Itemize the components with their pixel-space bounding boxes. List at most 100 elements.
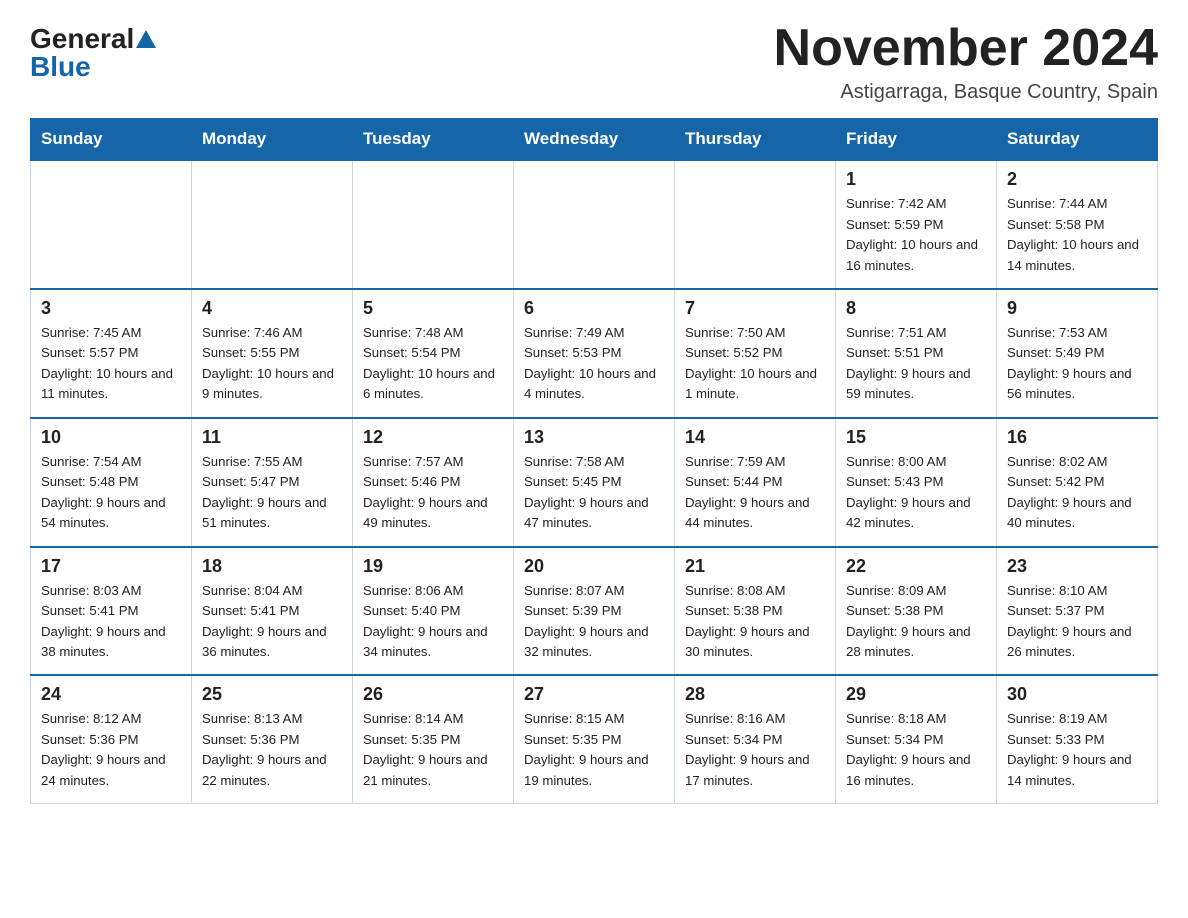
day-info: Sunrise: 7:50 AMSunset: 5:52 PMDaylight:… bbox=[685, 323, 825, 405]
day-info: Sunrise: 8:09 AMSunset: 5:38 PMDaylight:… bbox=[846, 581, 986, 663]
calendar-day-18: 18 Sunrise: 8:04 AMSunset: 5:41 PMDayligh… bbox=[192, 547, 353, 676]
day-info: Sunrise: 8:02 AMSunset: 5:42 PMDaylight:… bbox=[1007, 452, 1147, 534]
calendar-day-16: 16 Sunrise: 8:02 AMSunset: 5:42 PMDayligh… bbox=[997, 418, 1158, 547]
calendar-empty-cell bbox=[353, 160, 514, 289]
day-number: 2 bbox=[1007, 169, 1147, 190]
day-number: 22 bbox=[846, 556, 986, 577]
calendar-week-row: 24 Sunrise: 8:12 AMSunset: 5:36 PMDayligh… bbox=[31, 675, 1158, 803]
weekday-header-thursday: Thursday bbox=[675, 119, 836, 161]
day-number: 10 bbox=[41, 427, 181, 448]
calendar-day-28: 28 Sunrise: 8:16 AMSunset: 5:34 PMDayligh… bbox=[675, 675, 836, 803]
day-number: 14 bbox=[685, 427, 825, 448]
day-info: Sunrise: 8:10 AMSunset: 5:37 PMDaylight:… bbox=[1007, 581, 1147, 663]
calendar-day-4: 4 Sunrise: 7:46 AMSunset: 5:55 PMDaylight… bbox=[192, 289, 353, 418]
calendar-header-row: SundayMondayTuesdayWednesdayThursdayFrid… bbox=[31, 119, 1158, 161]
day-info: Sunrise: 7:51 AMSunset: 5:51 PMDaylight:… bbox=[846, 323, 986, 405]
day-info: Sunrise: 8:12 AMSunset: 5:36 PMDaylight:… bbox=[41, 709, 181, 791]
day-number: 21 bbox=[685, 556, 825, 577]
calendar-day-14: 14 Sunrise: 7:59 AMSunset: 5:44 PMDayligh… bbox=[675, 418, 836, 547]
calendar-day-5: 5Sunrise: 7:48 AMSunset: 5:54 PMDaylight… bbox=[353, 289, 514, 418]
calendar-day-9: 9 Sunrise: 7:53 AMSunset: 5:49 PMDaylight… bbox=[997, 289, 1158, 418]
calendar-day-24: 24 Sunrise: 8:12 AMSunset: 5:36 PMDayligh… bbox=[31, 675, 192, 803]
day-info: Sunrise: 8:00 AMSunset: 5:43 PMDaylight:… bbox=[846, 452, 986, 534]
day-info: Sunrise: 7:55 AMSunset: 5:47 PMDaylight:… bbox=[202, 452, 342, 534]
day-info: Sunrise: 8:03 AMSunset: 5:41 PMDaylight:… bbox=[41, 581, 181, 663]
day-number: 15 bbox=[846, 427, 986, 448]
day-number: 8 bbox=[846, 298, 986, 319]
calendar-day-1: 1 Sunrise: 7:42 AMSunset: 5:59 PMDaylight… bbox=[836, 160, 997, 289]
calendar-day-19: 19 Sunrise: 8:06 AMSunset: 5:40 PMDayligh… bbox=[353, 547, 514, 676]
calendar-day-29: 29Sunrise: 8:18 AMSunset: 5:34 PMDayligh… bbox=[836, 675, 997, 803]
day-number: 1 bbox=[846, 169, 986, 190]
calendar-day-13: 13 Sunrise: 7:58 AMSunset: 5:45 PMDayligh… bbox=[514, 418, 675, 547]
day-number: 7 bbox=[685, 298, 825, 319]
day-info: Sunrise: 7:59 AMSunset: 5:44 PMDaylight:… bbox=[685, 452, 825, 534]
day-number: 20 bbox=[524, 556, 664, 577]
calendar-empty-cell bbox=[192, 160, 353, 289]
day-info: Sunrise: 7:53 AMSunset: 5:49 PMDaylight:… bbox=[1007, 323, 1147, 405]
calendar-empty-cell bbox=[675, 160, 836, 289]
weekday-header-sunday: Sunday bbox=[31, 119, 192, 161]
calendar-day-25: 25Sunrise: 8:13 AMSunset: 5:36 PMDayligh… bbox=[192, 675, 353, 803]
calendar-day-22: 22 Sunrise: 8:09 AMSunset: 5:38 PMDayligh… bbox=[836, 547, 997, 676]
calendar-day-8: 8 Sunrise: 7:51 AMSunset: 5:51 PMDaylight… bbox=[836, 289, 997, 418]
day-number: 11 bbox=[202, 427, 342, 448]
calendar: SundayMondayTuesdayWednesdayThursdayFrid… bbox=[30, 118, 1158, 804]
calendar-day-27: 27Sunrise: 8:15 AMSunset: 5:35 PMDayligh… bbox=[514, 675, 675, 803]
calendar-week-row: 17Sunrise: 8:03 AMSunset: 5:41 PMDayligh… bbox=[31, 547, 1158, 676]
day-number: 26 bbox=[363, 684, 503, 705]
day-info: Sunrise: 8:19 AMSunset: 5:33 PMDaylight:… bbox=[1007, 709, 1147, 791]
day-number: 13 bbox=[524, 427, 664, 448]
calendar-day-6: 6 Sunrise: 7:49 AMSunset: 5:53 PMDaylight… bbox=[514, 289, 675, 418]
calendar-empty-cell bbox=[31, 160, 192, 289]
weekday-header-monday: Monday bbox=[192, 119, 353, 161]
calendar-day-7: 7 Sunrise: 7:50 AMSunset: 5:52 PMDaylight… bbox=[675, 289, 836, 418]
logo: General Blue bbox=[30, 20, 156, 81]
calendar-day-26: 26 Sunrise: 8:14 AMSunset: 5:35 PMDayligh… bbox=[353, 675, 514, 803]
day-info: Sunrise: 7:46 AMSunset: 5:55 PMDaylight:… bbox=[202, 323, 342, 405]
day-number: 4 bbox=[202, 298, 342, 319]
day-info: Sunrise: 8:14 AMSunset: 5:35 PMDaylight:… bbox=[363, 709, 503, 791]
day-number: 23 bbox=[1007, 556, 1147, 577]
day-info: Sunrise: 7:48 AMSunset: 5:54 PMDaylight:… bbox=[363, 323, 503, 405]
calendar-day-3: 3Sunrise: 7:45 AMSunset: 5:57 PMDaylight… bbox=[31, 289, 192, 418]
calendar-day-10: 10Sunrise: 7:54 AMSunset: 5:48 PMDayligh… bbox=[31, 418, 192, 547]
day-number: 6 bbox=[524, 298, 664, 319]
day-info: Sunrise: 7:45 AMSunset: 5:57 PMDaylight:… bbox=[41, 323, 181, 405]
day-info: Sunrise: 8:08 AMSunset: 5:38 PMDaylight:… bbox=[685, 581, 825, 663]
weekday-header-saturday: Saturday bbox=[997, 119, 1158, 161]
day-number: 24 bbox=[41, 684, 181, 705]
day-info: Sunrise: 8:15 AMSunset: 5:35 PMDaylight:… bbox=[524, 709, 664, 791]
logo-blue: Blue bbox=[30, 53, 91, 81]
day-number: 28 bbox=[685, 684, 825, 705]
calendar-empty-cell bbox=[514, 160, 675, 289]
calendar-day-17: 17Sunrise: 8:03 AMSunset: 5:41 PMDayligh… bbox=[31, 547, 192, 676]
location: Astigarraga, Basque Country, Spain bbox=[774, 81, 1158, 104]
day-number: 18 bbox=[202, 556, 342, 577]
day-number: 9 bbox=[1007, 298, 1147, 319]
calendar-day-30: 30 Sunrise: 8:19 AMSunset: 5:33 PMDayligh… bbox=[997, 675, 1158, 803]
day-number: 12 bbox=[363, 427, 503, 448]
day-info: Sunrise: 7:57 AMSunset: 5:46 PMDaylight:… bbox=[363, 452, 503, 534]
weekday-header-friday: Friday bbox=[836, 119, 997, 161]
day-info: Sunrise: 8:07 AMSunset: 5:39 PMDaylight:… bbox=[524, 581, 664, 663]
calendar-day-12: 12 Sunrise: 7:57 AMSunset: 5:46 PMDayligh… bbox=[353, 418, 514, 547]
day-info: Sunrise: 7:58 AMSunset: 5:45 PMDaylight:… bbox=[524, 452, 664, 534]
day-number: 29 bbox=[846, 684, 986, 705]
month-title: November 2024 bbox=[774, 20, 1158, 77]
day-number: 16 bbox=[1007, 427, 1147, 448]
day-info: Sunrise: 8:04 AMSunset: 5:41 PMDaylight:… bbox=[202, 581, 342, 663]
day-info: Sunrise: 8:16 AMSunset: 5:34 PMDaylight:… bbox=[685, 709, 825, 791]
day-number: 19 bbox=[363, 556, 503, 577]
logo-general: General bbox=[30, 25, 134, 53]
calendar-day-23: 23 Sunrise: 8:10 AMSunset: 5:37 PMDayligh… bbox=[997, 547, 1158, 676]
calendar-week-row: 10Sunrise: 7:54 AMSunset: 5:48 PMDayligh… bbox=[31, 418, 1158, 547]
day-info: Sunrise: 8:06 AMSunset: 5:40 PMDaylight:… bbox=[363, 581, 503, 663]
title-section: November 2024 Astigarraga, Basque Countr… bbox=[774, 20, 1158, 104]
day-info: Sunrise: 7:49 AMSunset: 5:53 PMDaylight:… bbox=[524, 323, 664, 405]
page-header: General Blue November 2024 Astigarraga, … bbox=[30, 20, 1158, 104]
day-number: 30 bbox=[1007, 684, 1147, 705]
calendar-day-2: 2Sunrise: 7:44 AMSunset: 5:58 PMDaylight… bbox=[997, 160, 1158, 289]
day-info: Sunrise: 7:42 AMSunset: 5:59 PMDaylight:… bbox=[846, 194, 986, 276]
calendar-day-20: 20 Sunrise: 8:07 AMSunset: 5:39 PMDayligh… bbox=[514, 547, 675, 676]
